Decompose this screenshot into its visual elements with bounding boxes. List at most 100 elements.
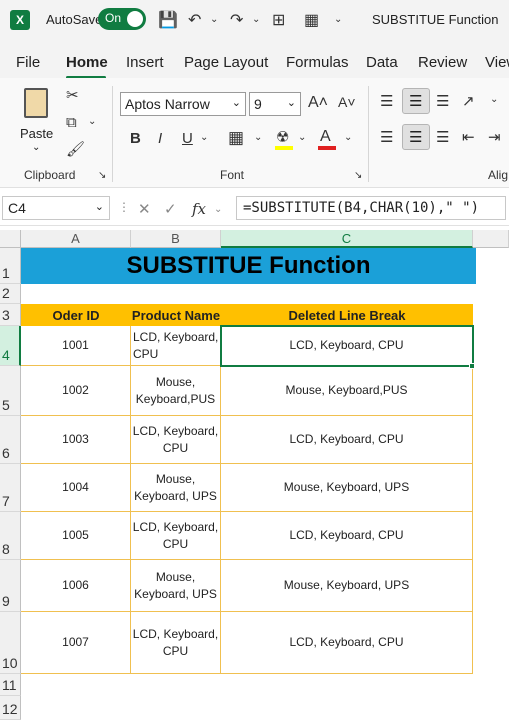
insert-function-icon[interactable]: fx bbox=[192, 200, 206, 218]
font-launcher-icon[interactable]: ↘ bbox=[354, 170, 362, 181]
undo-icon[interactable]: ↶ bbox=[188, 10, 201, 30]
font-color-dropdown-icon[interactable]: ⌄ bbox=[344, 132, 352, 143]
borders-icon[interactable]: ▦ bbox=[228, 128, 244, 148]
header-oder-id[interactable]: Oder ID bbox=[21, 304, 131, 326]
fill-dropdown-icon[interactable]: ⌄ bbox=[298, 132, 306, 143]
cell-id[interactable]: 1004 bbox=[21, 464, 131, 512]
paste-button[interactable]: Paste ⌄ bbox=[18, 86, 56, 158]
tab-formulas[interactable]: Formulas bbox=[286, 54, 349, 71]
cell-id[interactable]: 1007 bbox=[21, 612, 131, 674]
cell-id[interactable]: 1006 bbox=[21, 560, 131, 612]
header-product-name[interactable]: Product Name bbox=[131, 304, 221, 326]
select-all-corner[interactable] bbox=[0, 230, 21, 248]
fx-dropdown-icon[interactable]: ⌄ bbox=[214, 204, 222, 215]
cut-icon[interactable]: ✂ bbox=[66, 86, 79, 104]
title-cell[interactable]: SUBSTITUE Function bbox=[21, 248, 476, 284]
copy-dropdown-icon[interactable]: ⌄ bbox=[88, 116, 96, 127]
redo-dropdown-icon[interactable]: ⌄ bbox=[252, 14, 260, 25]
name-box[interactable]: C4 ⌄ bbox=[2, 196, 110, 220]
align-bottom-icon[interactable]: ☰ bbox=[436, 92, 449, 110]
tab-home[interactable]: Home bbox=[66, 54, 108, 71]
column-header-a[interactable]: A bbox=[21, 230, 131, 248]
cell-product[interactable]: LCD, Keyboard, CPU bbox=[131, 326, 221, 366]
cell-id[interactable]: 1005 bbox=[21, 512, 131, 560]
cell-result[interactable]: LCD, Keyboard, CPU bbox=[221, 612, 473, 674]
format-icon[interactable]: ▦ bbox=[304, 10, 319, 30]
column-header-b[interactable]: B bbox=[131, 230, 221, 248]
tab-page-layout[interactable]: Page Layout bbox=[184, 54, 268, 71]
increase-indent-icon[interactable]: ⇥ bbox=[488, 128, 501, 146]
row-header-10[interactable]: 10 bbox=[0, 612, 21, 674]
font-size-select[interactable]: 9 ⌄ bbox=[249, 92, 301, 116]
title-bar: X AutoSave On 💾 ↶ ⌄ ↷ ⌄ ⊞ ▦ ⌄ SUBSTITUE … bbox=[0, 0, 509, 40]
row-header-6[interactable]: 6 bbox=[0, 416, 21, 464]
cell-product[interactable]: Mouse, Keyboard, UPS bbox=[131, 464, 221, 512]
row-number: 8 bbox=[2, 541, 10, 557]
column-header-d[interactable] bbox=[473, 230, 509, 248]
row-header-1[interactable]: 1 bbox=[0, 248, 21, 284]
copy-icon[interactable]: ⧉ bbox=[66, 114, 77, 131]
redo-icon[interactable]: ↷ bbox=[230, 10, 243, 30]
cell-product[interactable]: LCD, Keyboard, CPU bbox=[131, 512, 221, 560]
align-left-icon[interactable]: ☰ bbox=[380, 128, 393, 146]
bold-button[interactable]: B bbox=[130, 130, 141, 147]
cell-id[interactable]: 1003 bbox=[21, 416, 131, 464]
decrease-indent-icon[interactable]: ⇤ bbox=[462, 128, 475, 146]
align-center-button[interactable]: ☰ bbox=[402, 124, 430, 150]
cell-result[interactable]: Mouse, Keyboard, UPS bbox=[221, 464, 473, 512]
tab-data[interactable]: Data bbox=[366, 54, 398, 71]
grow-font-icon[interactable]: A˄ bbox=[308, 94, 328, 112]
header-deleted-line-break[interactable]: Deleted Line Break bbox=[221, 304, 473, 326]
tab-review[interactable]: Review bbox=[418, 54, 467, 71]
format-painter-icon[interactable]: 🖌 bbox=[66, 140, 85, 158]
cancel-icon[interactable]: ✕ bbox=[138, 200, 151, 218]
orientation-icon[interactable]: ↗ bbox=[462, 92, 475, 110]
customize-dropdown-icon[interactable]: ⌄ bbox=[334, 14, 342, 25]
enter-icon[interactable]: ✓ bbox=[164, 200, 177, 218]
more-options-icon[interactable]: ⋮ bbox=[118, 200, 130, 214]
fill-handle[interactable] bbox=[469, 363, 475, 369]
font-color-icon[interactable]: A bbox=[320, 128, 331, 146]
column-header-c[interactable]: C bbox=[221, 230, 473, 248]
save-icon[interactable]: 💾 bbox=[158, 10, 178, 30]
shrink-font-icon[interactable]: A˅ bbox=[338, 94, 356, 110]
name-box-value: C4 bbox=[8, 200, 26, 216]
underline-button[interactable]: U bbox=[182, 130, 193, 147]
borders-dropdown-icon[interactable]: ⌄ bbox=[254, 132, 262, 143]
formula-input[interactable]: =SUBSTITUTE(B4,CHAR(10)," ") bbox=[236, 196, 506, 220]
cell-product[interactable]: LCD, Keyboard, CPU bbox=[131, 416, 221, 464]
row-header-11[interactable]: 11 bbox=[0, 674, 21, 696]
font-name-select[interactable]: Aptos Narrow ⌄ bbox=[120, 92, 246, 116]
align-right-icon[interactable]: ☰ bbox=[436, 128, 449, 146]
row-header-7[interactable]: 7 bbox=[0, 464, 21, 512]
row-header-9[interactable]: 9 bbox=[0, 560, 21, 612]
tab-view[interactable]: View bbox=[485, 54, 509, 71]
undo-dropdown-icon[interactable]: ⌄ bbox=[210, 14, 218, 25]
cell-product[interactable]: Mouse, Keyboard,PUS bbox=[131, 366, 221, 416]
underline-dropdown-icon[interactable]: ⌄ bbox=[200, 132, 208, 143]
cell-result[interactable]: LCD, Keyboard, CPU bbox=[221, 416, 473, 464]
autosave-toggle[interactable]: On bbox=[98, 8, 146, 30]
row-header-3[interactable]: 3 bbox=[0, 304, 21, 326]
cell-id[interactable]: 1001 bbox=[21, 326, 131, 366]
cell-product[interactable]: Mouse, Keyboard, UPS bbox=[131, 560, 221, 612]
cell-id[interactable]: 1002 bbox=[21, 366, 131, 416]
cell-result[interactable]: Mouse, Keyboard, UPS bbox=[221, 560, 473, 612]
italic-button[interactable]: I bbox=[158, 130, 162, 147]
tab-file[interactable]: File bbox=[16, 54, 40, 71]
orientation-dropdown-icon[interactable]: ⌄ bbox=[490, 94, 498, 105]
align-top-icon[interactable]: ☰ bbox=[380, 92, 393, 110]
fill-color-icon[interactable]: ☢ bbox=[276, 128, 289, 146]
row-header-2[interactable]: 2 bbox=[0, 284, 21, 304]
row-header-12[interactable]: 12 bbox=[0, 696, 21, 720]
row-header-5[interactable]: 5 bbox=[0, 366, 21, 416]
row-header-4[interactable]: 4 bbox=[0, 326, 21, 366]
cell-product[interactable]: LCD, Keyboard, CPU bbox=[131, 612, 221, 674]
cell-result[interactable]: Mouse, Keyboard,PUS bbox=[221, 366, 473, 416]
row-header-8[interactable]: 8 bbox=[0, 512, 21, 560]
clipboard-launcher-icon[interactable]: ↘ bbox=[98, 170, 106, 181]
align-middle-button[interactable]: ☰ bbox=[402, 88, 430, 114]
borders-icon[interactable]: ⊞ bbox=[272, 10, 285, 30]
tab-insert[interactable]: Insert bbox=[126, 54, 164, 71]
cell-result[interactable]: LCD, Keyboard, CPU bbox=[221, 512, 473, 560]
